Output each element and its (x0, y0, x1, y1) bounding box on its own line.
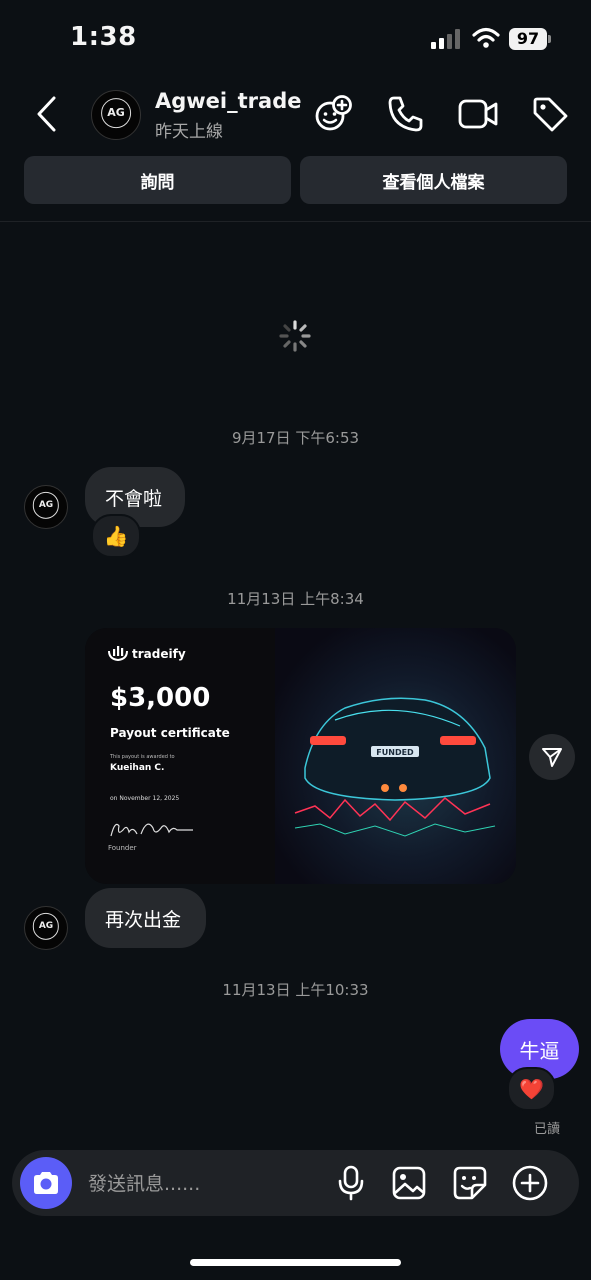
contact-avatar[interactable]: AG (91, 90, 141, 140)
signature-image (110, 823, 193, 837)
reaction-badge[interactable]: 👍 (91, 514, 141, 558)
certificate-awarded-label: This payout is awarded to (110, 754, 175, 760)
tag-icon[interactable] (528, 92, 572, 136)
avatar-logo: AG (101, 98, 131, 128)
contact-username[interactable]: Agwei_trade (155, 89, 301, 113)
payout-certificate-image[interactable]: tradeify $3,000 Payout certificate This … (85, 628, 516, 884)
home-indicator (190, 1259, 401, 1266)
battery-indicator: 97 (509, 28, 547, 50)
back-arrow-icon[interactable] (34, 96, 60, 132)
certificate-text-panel: tradeify $3,000 Payout certificate This … (85, 628, 275, 884)
camera-icon (34, 1172, 58, 1194)
add-icon[interactable] (510, 1163, 550, 1203)
add-sticker-icon[interactable] (312, 92, 356, 136)
avatar-logo: AG (32, 492, 60, 519)
header-divider (0, 221, 591, 222)
gallery-icon[interactable] (389, 1163, 429, 1203)
avatar-logo: AG (32, 913, 60, 940)
video-call-icon[interactable] (456, 92, 500, 136)
phone-call-icon[interactable] (383, 92, 427, 136)
certificate-date: on November 12, 2025 (110, 795, 180, 802)
certificate-founder-label: Founder (108, 844, 137, 852)
certificate-brand: tradeify (132, 647, 186, 661)
signal-icon (431, 29, 460, 49)
certificate-amount: $3,000 (110, 683, 211, 713)
certificate-title: Payout certificate (110, 726, 230, 740)
loading-spinner-icon (279, 320, 311, 352)
supercar-illustration: FUNDED (275, 628, 516, 884)
tradeify-logo-icon (108, 646, 128, 662)
microphone-icon[interactable] (331, 1163, 371, 1203)
sender-avatar[interactable]: AG (24, 906, 68, 950)
read-receipt: 已讀 (534, 1122, 561, 1137)
timestamp: 9月17日 下午6:53 (231, 429, 360, 447)
camera-button[interactable] (20, 1157, 72, 1209)
timestamp: 11月13日 上午8:34 (227, 590, 364, 608)
battery-tip (548, 35, 551, 43)
message-bubble[interactable]: 再次出金 (85, 888, 206, 948)
sticker-icon[interactable] (450, 1163, 490, 1203)
wifi-icon (472, 27, 500, 48)
ask-button[interactable]: 詢問 (24, 156, 291, 204)
reaction-badge[interactable]: ❤️ (507, 1067, 556, 1111)
view-profile-button[interactable]: 查看個人檔案 (300, 156, 567, 204)
contact-status: 昨天上線 (155, 122, 223, 142)
license-plate: FUNDED (376, 748, 414, 757)
certificate-recipient: Kueihan C. (110, 763, 165, 773)
share-button[interactable] (529, 734, 575, 780)
message-input[interactable] (86, 1168, 320, 1200)
timestamp: 11月13日 上午10:33 (222, 981, 369, 999)
send-icon (542, 748, 562, 767)
sender-avatar[interactable]: AG (24, 485, 68, 529)
status-time: 1:38 (70, 22, 137, 52)
